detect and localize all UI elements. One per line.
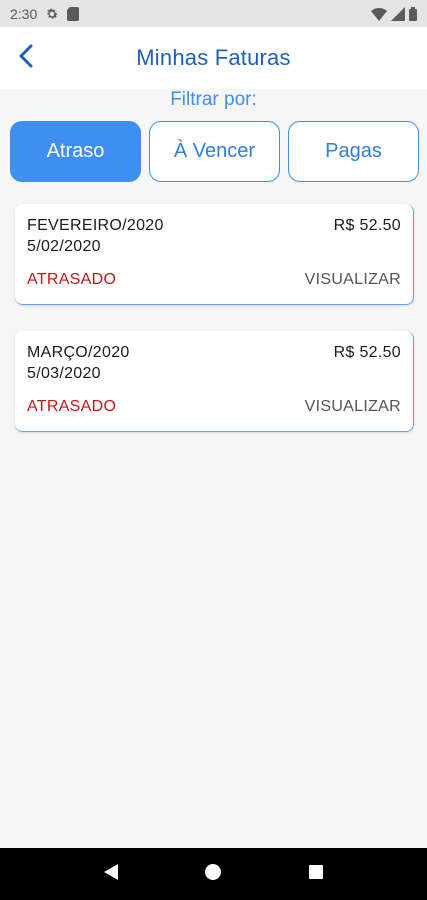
invoice-card[interactable]: FEVEREIRO/2020 5/02/2020 R$ 52.50 ATRASA… xyxy=(15,204,414,305)
invoice-due-date: 5/03/2020 xyxy=(27,365,101,382)
chevron-left-icon xyxy=(18,44,34,73)
invoice-month: FEVEREIRO/2020 xyxy=(27,217,164,234)
signal-icon xyxy=(391,6,405,21)
wifi-icon xyxy=(371,7,387,21)
invoice-card[interactable]: MARÇO/2020 5/03/2020 R$ 52.50 ATRASADO V… xyxy=(15,331,414,432)
invoice-month: MARÇO/2020 xyxy=(27,344,130,361)
filter-label: Filtrar por: xyxy=(170,89,257,110)
status-time: 2:30 xyxy=(10,5,38,22)
nav-home-button[interactable] xyxy=(193,854,233,894)
battery-icon xyxy=(409,6,417,21)
status-bar: 2:30 xyxy=(0,0,427,27)
invoice-amount: R$ 52.50 xyxy=(333,217,401,234)
filter-tabs: Atraso À Vencer Pagas xyxy=(10,121,419,182)
nav-back-button[interactable] xyxy=(91,854,131,894)
back-triangle-icon xyxy=(103,863,119,886)
sd-card-icon xyxy=(67,6,80,21)
nav-recents-button[interactable] xyxy=(296,854,336,894)
settings-icon xyxy=(45,7,59,21)
app-bar: Minhas Faturas xyxy=(0,27,427,89)
view-invoice-button[interactable]: VISUALIZAR xyxy=(305,398,401,416)
system-nav-bar xyxy=(0,848,427,900)
invoice-list: FEVEREIRO/2020 5/02/2020 R$ 52.50 ATRASA… xyxy=(15,204,414,458)
filter-overdue-button[interactable]: Atraso xyxy=(10,121,141,182)
invoice-amount: R$ 52.50 xyxy=(333,344,401,361)
back-button[interactable] xyxy=(12,43,40,73)
page-title: Minhas Faturas xyxy=(136,45,291,70)
invoice-status: ATRASADO xyxy=(27,271,117,288)
filter-paid-button[interactable]: Pagas xyxy=(288,121,419,182)
recents-square-icon xyxy=(308,864,324,885)
filter-upcoming-button[interactable]: À Vencer xyxy=(149,121,280,182)
invoice-status: ATRASADO xyxy=(27,398,117,415)
view-invoice-button[interactable]: VISUALIZAR xyxy=(305,271,401,289)
invoice-due-date: 5/02/2020 xyxy=(27,238,101,255)
home-circle-icon xyxy=(204,863,222,886)
